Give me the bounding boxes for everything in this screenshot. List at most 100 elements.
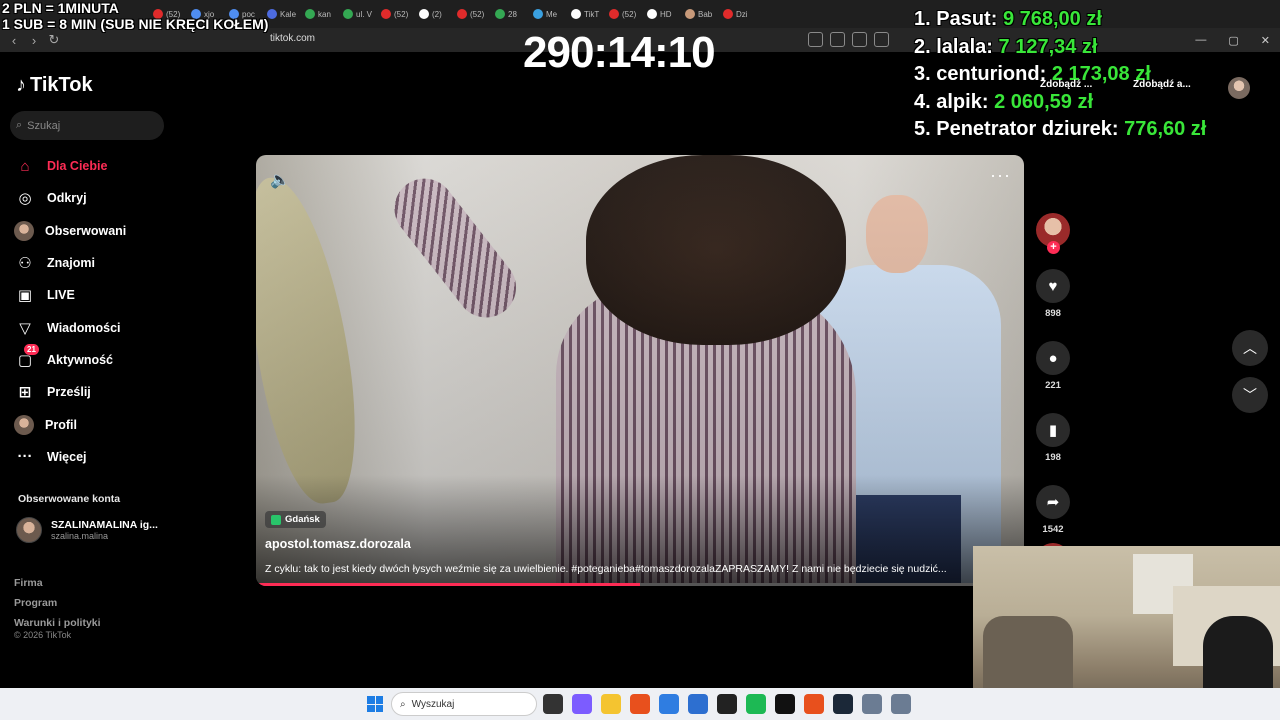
more-options-icon[interactable]: ··· <box>990 165 1011 186</box>
browser-tab[interactable]: (52) <box>378 3 414 25</box>
tab-title: (2) <box>432 9 442 19</box>
location-icon <box>271 514 281 525</box>
comment-button[interactable]: ● <box>1036 341 1070 375</box>
donor-row: 1. Pasut: 9 768,00 zł <box>914 6 1206 34</box>
browser-tab[interactable]: HD <box>644 3 680 25</box>
taskbar-app-icon[interactable] <box>688 694 708 714</box>
taskbar-app-icon[interactable] <box>775 694 795 714</box>
browser-tab[interactable]: Dzi <box>720 3 756 25</box>
sidebar-item-więcej[interactable]: ··· Więcej <box>14 441 194 473</box>
taskbar-app-icon[interactable] <box>543 694 563 714</box>
browser-tab[interactable]: Me <box>530 3 566 25</box>
translate-icon[interactable] <box>830 32 845 47</box>
taskbar-search[interactable]: ⌕ Wyszukaj <box>391 692 537 716</box>
sidebar-item-label: Dla Ciebie <box>47 159 108 174</box>
like-count: 898 <box>1045 308 1061 319</box>
video-player[interactable]: 🔈 ··· Gdańsk apostol.tomasz.dorozala Z c… <box>256 155 1024 586</box>
donor-row: 5. Penetrator dziurek: 776,60 zł <box>914 116 1206 144</box>
browser-tab[interactable]: Kale <box>264 3 300 25</box>
sidebar-item-dla-ciebie[interactable]: ⌂ Dla Ciebie <box>14 150 194 182</box>
tab-title: ul. V <box>356 9 373 19</box>
profile-avatar-icon <box>14 414 34 435</box>
tab-title: kan <box>318 9 331 19</box>
search-input[interactable]: ⌕ Szukaj <box>10 111 164 140</box>
extension-icon[interactable] <box>808 32 823 47</box>
back-icon[interactable]: ‹ <box>4 33 24 48</box>
footer-link-program[interactable]: Program <box>14 593 101 613</box>
tab-title: HD <box>660 9 672 19</box>
tab-title: Kale <box>280 9 297 19</box>
upload-icon: ⊞ <box>18 384 32 402</box>
browser-tab[interactable]: kan <box>302 3 338 25</box>
follow-plus-icon[interactable]: + <box>1047 241 1060 254</box>
video-caption[interactable]: Z cyklu: tak to jest kiedy dwóch łysych … <box>265 563 970 575</box>
tab-favicon-icon <box>609 9 619 19</box>
live-icon: ▣ <box>17 287 33 305</box>
browser-tab[interactable]: 28 <box>492 3 528 25</box>
rules-line-1: 2 PLN = 1MINUTA <box>2 0 119 16</box>
taskbar-app-icon[interactable] <box>804 694 824 714</box>
share-button[interactable]: ➦ <box>1036 485 1070 519</box>
donor-name: lalala: <box>936 35 993 58</box>
taskbar-app-icon[interactable] <box>891 694 911 714</box>
sidebar-item-wiadomości[interactable]: ▽ Wiadomości <box>14 311 194 343</box>
taskbar-app-icon[interactable] <box>717 694 737 714</box>
search-icon: ⌕ <box>400 698 406 710</box>
get-desktop-app-button[interactable]: Zdobądź a... <box>1133 79 1191 90</box>
zoom-icon[interactable] <box>874 32 889 47</box>
video-progress-bar[interactable] <box>256 583 1024 586</box>
forward-icon[interactable]: › <box>24 33 44 48</box>
previous-video-button[interactable]: ︿ <box>1232 330 1268 366</box>
followed-account-item[interactable]: SZALINAMALINA ig... szalina.malina <box>16 517 158 543</box>
sidebar-item-obserwowani[interactable]: Obserwowani <box>14 215 194 247</box>
sidebar-item-label: LIVE <box>47 288 75 303</box>
next-video-button[interactable]: ﹀ <box>1232 377 1268 413</box>
taskbar-app-icon[interactable] <box>659 694 679 714</box>
maximize-icon[interactable]: ▢ <box>1228 34 1238 47</box>
browser-tab[interactable]: ul. V <box>340 3 376 25</box>
tab-title: (52) <box>622 9 637 19</box>
sidebar-item-aktywność[interactable]: ▢ Aktywność 21 <box>14 343 194 376</box>
tab-favicon-icon <box>343 9 353 19</box>
reload-icon[interactable]: ↻ <box>44 32 64 48</box>
sidebar-item-label: Prześlij <box>47 385 91 400</box>
browser-tab[interactable]: TikT <box>568 3 604 25</box>
taskbar-app-icon[interactable] <box>630 694 650 714</box>
browser-tab[interactable]: (52) <box>454 3 490 25</box>
url-field[interactable]: tiktok.com <box>270 33 315 44</box>
taskbar-app-icon[interactable] <box>833 694 853 714</box>
sidebar-item-prześlij[interactable]: ⊞ Prześlij <box>14 376 194 408</box>
video-author[interactable]: apostol.tomasz.dorozala <box>265 537 411 551</box>
like-button[interactable]: ♥ <box>1036 269 1070 303</box>
cast-icon[interactable] <box>852 32 867 47</box>
creator-avatar[interactable]: + <box>1036 213 1070 254</box>
sidebar-item-live[interactable]: ▣ LIVE <box>14 279 194 311</box>
get-app-button[interactable]: Zdobądź ... <box>1040 79 1092 90</box>
volume-icon[interactable]: 🔈 <box>270 170 290 190</box>
sidebar-item-odkryj[interactable]: ◎ Odkryj <box>14 182 194 214</box>
sidebar-item-znajomi[interactable]: ⚇ Znajomi <box>14 247 194 279</box>
tiktok-note-icon: ♪ <box>16 74 26 96</box>
browser-tab[interactable]: (2) <box>416 3 452 25</box>
start-icon[interactable] <box>367 696 383 712</box>
taskbar-app-icon[interactable] <box>746 694 766 714</box>
sidebar-item-label: Profil <box>45 417 77 432</box>
donor-row: 4. alpik: 2 060,59 zł <box>914 89 1206 117</box>
footer-link-company[interactable]: Firma <box>14 573 101 593</box>
tiktok-logo[interactable]: ♪ TikTok <box>16 74 93 97</box>
taskbar-app-icon[interactable] <box>862 694 882 714</box>
location-badge[interactable]: Gdańsk <box>265 511 326 528</box>
save-button[interactable]: ▮ <box>1036 413 1070 447</box>
close-icon[interactable]: ✕ <box>1261 34 1270 47</box>
tab-favicon-icon <box>381 9 391 19</box>
donor-rank: 2. <box>914 35 931 58</box>
header-avatar[interactable] <box>1228 77 1250 99</box>
donor-rank: 1. <box>914 8 931 30</box>
sidebar-item-label: Aktywność <box>47 352 113 367</box>
browser-tab[interactable]: Bab <box>682 3 718 25</box>
taskbar-app-icon[interactable] <box>572 694 592 714</box>
taskbar-app-icon[interactable] <box>601 694 621 714</box>
browser-toolbar-icons <box>808 32 889 47</box>
browser-tab[interactable]: (52) <box>606 3 642 25</box>
sidebar-item-profil[interactable]: Profil <box>14 408 194 440</box>
